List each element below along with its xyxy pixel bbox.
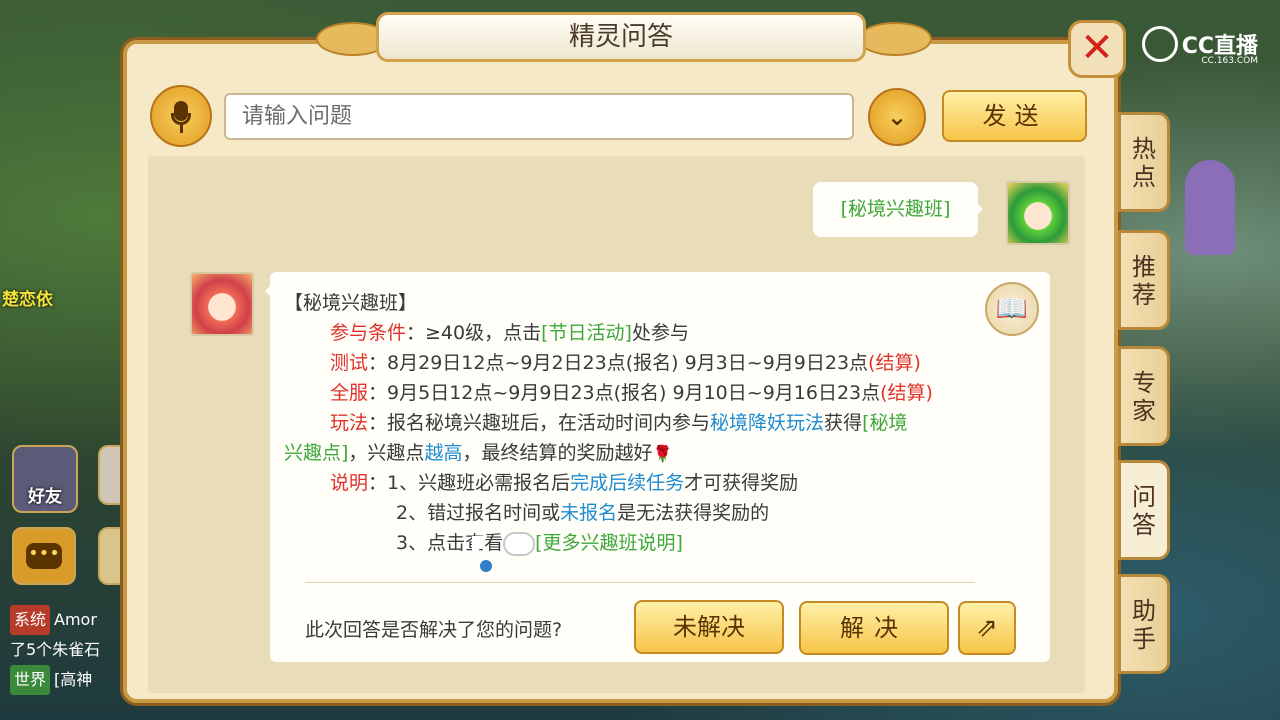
tab-recommend[interactable]: 推荐	[1118, 230, 1170, 330]
highlight-text: 越高	[424, 442, 463, 464]
chat-bubble-icon: •••	[26, 543, 62, 569]
tab-hot[interactable]: 热点	[1118, 112, 1170, 212]
world-chat: 系统 Amor 了5个朱雀石 世界 [高神	[10, 605, 140, 695]
tab-qa[interactable]: 问答	[1118, 460, 1170, 560]
not-registered-link[interactable]: 未报名	[560, 502, 617, 524]
text: 才可获得奖励	[684, 472, 799, 494]
answer-line: 全服：9月5日12点~9月9日23点(报名) 9月10日~9月16日23点(结算…	[284, 378, 1024, 408]
chat-channel-tag: 系统	[10, 605, 51, 635]
answer-heading: 【秘境兴趣班】	[284, 292, 418, 314]
voice-input-button[interactable]	[150, 85, 212, 147]
settle-text: (结算)	[868, 352, 921, 374]
chat-text: [高神	[54, 670, 93, 689]
bot-avatar	[190, 272, 254, 336]
label-note: 说明	[330, 472, 369, 494]
history-dropdown-button[interactable]: ⌄	[868, 88, 926, 146]
follow-up-task-link[interactable]: 完成后续任务	[570, 472, 684, 494]
label-full-server: 全服	[330, 382, 369, 404]
title-ornament-right	[858, 22, 932, 56]
answer-line: 说明：1、兴趣班必需报名后完成后续任务才可获得奖励	[284, 468, 1024, 498]
tab-assistant[interactable]: 助手	[1118, 574, 1170, 674]
solved-button[interactable]: 解决	[799, 601, 949, 655]
microphone-base	[180, 125, 183, 133]
cc-logo-icon	[1141, 26, 1178, 62]
cloud-pet-icon	[503, 531, 536, 556]
interest-point-link[interactable]: [秘境	[862, 412, 907, 434]
cc-watermark: CC直播 CC.163.COM	[1141, 26, 1258, 66]
text: 3、点击查看	[396, 532, 504, 554]
touch-indicator	[480, 560, 492, 572]
festival-activity-link[interactable]: [节日活动]	[541, 322, 632, 344]
answer-line: 兴趣点]，兴趣点越高，最终结算的奖励越好🌹	[284, 438, 1024, 468]
text: 获得	[824, 412, 863, 434]
settle-text: (结算)	[880, 382, 933, 404]
answer-line: 玩法：报名秘境兴趣班后，在活动时间内参与秘境降妖玩法获得[秘境	[284, 408, 1024, 438]
answer-line: 参与条件：≥40级，点击[节日活动]处参与	[284, 318, 1024, 348]
user-avatar	[1006, 181, 1070, 245]
text: ，兴趣点	[348, 442, 425, 464]
rose-icon: 🌹	[652, 444, 673, 463]
text: 是无法获得奖励的	[617, 502, 770, 524]
chat-line[interactable]: 系统 Amor	[10, 605, 140, 635]
answer-line: 3、点击查看 [更多兴趣班说明]	[284, 528, 1024, 558]
chat-button[interactable]: •••	[12, 527, 76, 585]
text: ：9月5日12点~9月9日23点(报名) 9月10日~9月16日23点	[368, 382, 881, 404]
more-info-link[interactable]: [更多兴趣班说明]	[535, 532, 683, 554]
text: 2、错过报名时间或	[396, 502, 561, 524]
npc-character[interactable]	[1175, 150, 1245, 280]
chat-channel-tag: 世界	[10, 665, 51, 695]
text: ：1、兴趣班必需报名后	[368, 472, 571, 494]
answer-text: 【秘境兴趣班】 参与条件：≥40级，点击[节日活动]处参与 测试：8月29日12…	[284, 288, 1024, 558]
friends-label: 好友	[28, 487, 62, 507]
unsolved-button[interactable]: 未解决	[634, 600, 784, 654]
secret-realm-link[interactable]: 秘境降妖玩法	[710, 412, 824, 434]
question-input[interactable]	[224, 93, 854, 140]
tab-expert[interactable]: 专家	[1118, 346, 1170, 446]
text: ，最终结算的奖励越好	[462, 442, 653, 464]
feedback-question: 此次回答是否解决了您的问题?	[305, 619, 563, 641]
send-button[interactable]: 发送	[942, 90, 1087, 142]
friends-button[interactable]: 好友	[12, 445, 78, 513]
close-button[interactable]: ✕	[1068, 20, 1126, 78]
microphone-stand	[171, 113, 191, 125]
label-test: 测试	[330, 352, 369, 374]
npc-name: 楚恋依	[2, 290, 53, 310]
chat-text: 了5个朱雀石	[10, 640, 101, 659]
npc-sprite	[1185, 160, 1235, 255]
answer-line: 2、错过报名时间或未报名是无法获得奖励的	[284, 498, 1024, 528]
chat-line[interactable]: 了5个朱雀石	[10, 635, 140, 665]
dialog-title: 精灵问答	[376, 12, 866, 62]
share-button[interactable]: ⇗	[958, 601, 1016, 655]
answer-line: 测试：8月29日12点~9月2日23点(报名) 9月3日~9月9日23点(结算)	[284, 348, 1024, 378]
text: 处参与	[631, 322, 689, 344]
chat-line[interactable]: 世界 [高神	[10, 665, 140, 695]
label-gameplay: 玩法	[330, 412, 369, 434]
cc-domain: CC.163.COM	[1201, 56, 1258, 66]
user-message: [秘境兴趣班]	[813, 182, 983, 237]
interest-point-link[interactable]: 兴趣点]	[284, 442, 348, 464]
chat-text: Amor	[54, 610, 97, 629]
divider	[305, 582, 975, 583]
text: ：报名秘境兴趣班后，在活动时间内参与	[368, 412, 711, 434]
text: ：8月29日12点~9月2日23点(报名) 9月3日~9月9日23点	[368, 352, 869, 374]
text: ：≥40级，点击	[406, 322, 542, 344]
label-condition: 参与条件	[330, 322, 407, 344]
